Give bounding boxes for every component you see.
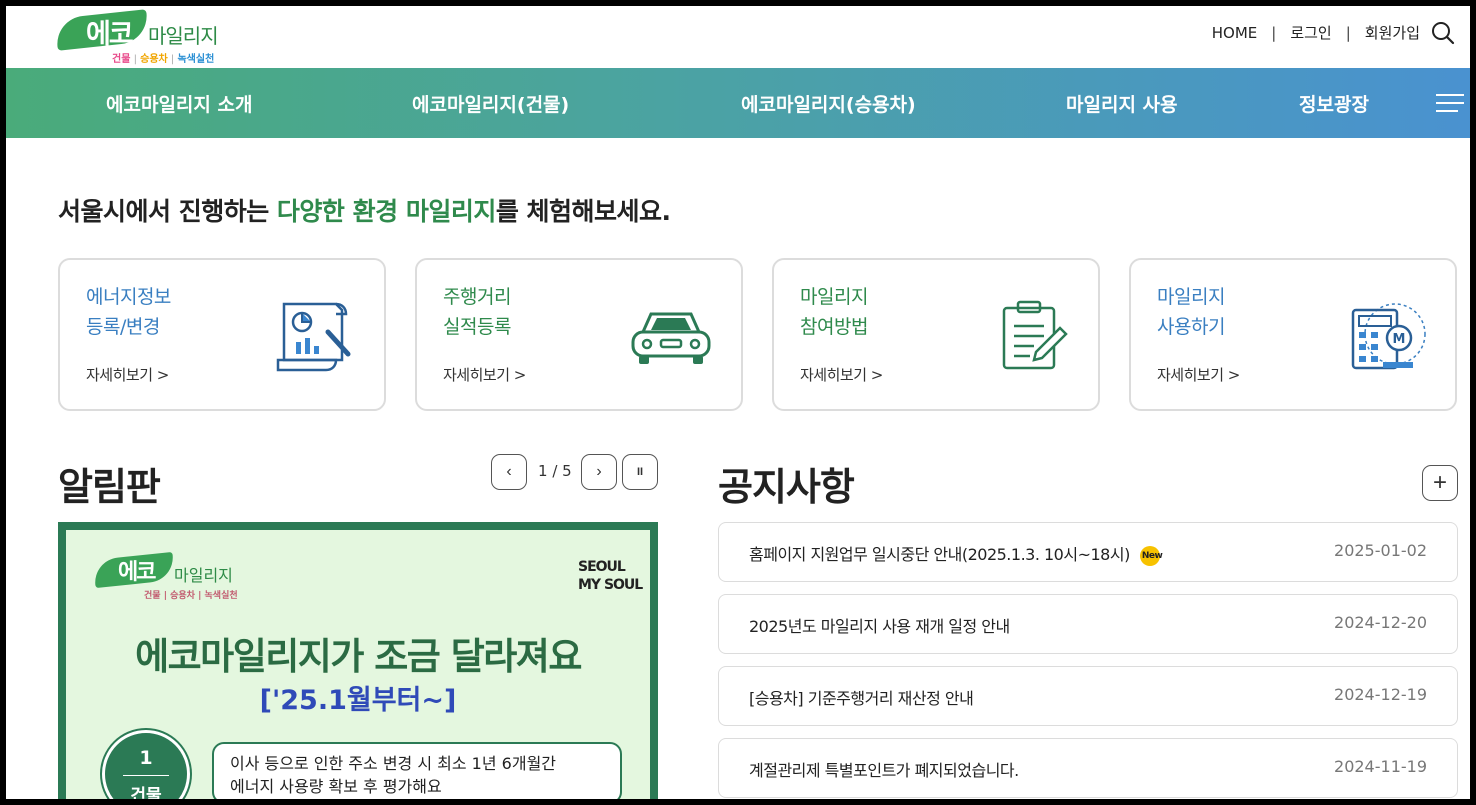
board-title: 알림판 [58,465,161,509]
card-more-link[interactable]: 자세히보기 > [800,364,883,385]
board-total-pages: / 5 [552,462,572,480]
nav-item-info[interactable]: 정보광장 [1299,90,1369,117]
notice-row[interactable]: 계절관리제 특별포인트가 폐지되었습니다. 2024-11-19 [718,738,1458,798]
notice-row-title: [승용차] 기준주행거리 재산정 안내 [749,689,974,708]
banner-step-number: 1 [139,747,153,769]
notice-row[interactable]: [승용차] 기준주행거리 재산정 안내 2024-12-19 [718,666,1458,726]
nav-item-car[interactable]: 에코마일리지(승용차) [741,90,916,117]
nav-item-building[interactable]: 에코마일리지(건물) [412,90,569,117]
notice-row-date: 2025-01-02 [1334,541,1427,560]
notice-title: 공지사항 [718,465,855,509]
headline-highlight: 다양한 환경 마일리지 [276,197,496,226]
card-title: 에너지정보 등록/변경 [86,286,171,338]
separator: | [1345,23,1351,42]
board-current-page: 1 [538,462,548,480]
signup-link[interactable]: 회원가입 [1365,22,1420,43]
board-pager: 1 / 5 [538,462,572,480]
card-title: 마일리지 사용하기 [1157,286,1225,338]
logo-eco-text: 에코 [86,19,134,50]
banner-title: 에코마일리지가 조금 달라져요 [135,635,582,678]
login-link[interactable]: 로그인 [1290,22,1331,43]
notice-row-date: 2024-12-20 [1334,613,1427,632]
search-button[interactable] [1430,20,1456,46]
banner-logo-sub: 건물 | 승용차 | 녹색실천 [144,591,238,601]
card-participation[interactable]: 마일리지 참여방법 자세히보기 > [772,258,1100,411]
notice-more-button[interactable]: + [1422,465,1458,501]
banner-logo-mileage: 마일리지 [174,566,233,585]
board-pause-button[interactable]: II [622,454,658,490]
separator: | [1271,23,1277,42]
notice-row[interactable]: 홈페이지 지원업무 일시중단 안내(2025.1.3. 10시~18시) New … [718,522,1458,582]
main-nav: 에코마일리지 소개 에코마일리지(건물) 에코마일리지(승용차) 마일리지 사용… [6,68,1470,138]
notice-row-date: 2024-11-19 [1334,757,1427,776]
banner-subtitle: ['25.1월부터~] [259,685,457,716]
board-prev-button[interactable]: ‹ [491,454,527,490]
svg-text:M: M [1393,332,1406,347]
notice-row-title: 계절관리제 특별포인트가 폐지되었습니다. [749,761,1019,780]
nav-item-usage[interactable]: 마일리지 사용 [1066,90,1178,117]
report-document-icon [276,302,351,372]
card-title: 마일리지 참여방법 [800,286,868,338]
clipboard-icon [1002,300,1068,370]
headline-text-end: 를 체험해보세요. [495,197,671,226]
site-logo[interactable]: 에코 마일리지 건물 | 승용차 | 녹색실천 [54,8,226,68]
car-icon [631,312,711,364]
banner-step-label: 건물 [130,786,162,799]
logo-sub-building: 건물 [112,54,131,65]
banner-logo-eco: 에코 [118,560,157,585]
nav-item-intro[interactable]: 에코마일리지 소개 [106,90,252,117]
card-title: 주행거리 실적등록 [443,286,511,338]
logo-sub-green: 녹색실천 [177,54,215,65]
card-energy-info[interactable]: 에너지정보 등록/변경 자세히보기 > [58,258,386,411]
logo-sub-car: 승용차 [140,54,168,65]
board-next-button[interactable]: › [581,454,617,490]
banner-step-badge: 1 건물 [102,730,190,799]
notice-row-title: 홈페이지 지원업무 일시중단 안내(2025.1.3. 10시~18시) [749,545,1130,564]
page-headline: 서울시에서 진행하는 다양한 환경 마일리지를 체험해보세요. [58,192,671,228]
card-driving-record[interactable]: 주행거리 실적등록 자세히보기 > [415,258,743,411]
new-badge: New [1139,545,1163,566]
card-use-mileage[interactable]: 마일리지 사용하기 자세히보기 > M [1129,258,1457,411]
notice-row-title: 2025년도 마일리지 사용 재개 일정 안내 [749,617,1010,636]
card-more-link[interactable]: 자세히보기 > [1157,364,1240,385]
seoul-my-soul-logo: SEOUL MY SOUL [578,559,643,593]
card-more-link[interactable]: 자세히보기 > [443,364,526,385]
calculator-mileage-icon: M [1351,303,1426,370]
banner-logo: 에코 마일리지 건물 | 승용차 | 녹색실천 [92,548,244,608]
search-icon [1432,22,1455,45]
top-utility-nav: HOME | 로그인 | 회원가입 [1212,22,1420,43]
banner-step-text: 이사 등으로 인한 주소 변경 시 최소 1년 6개월간 에너지 사용량 확보 … [212,742,622,799]
logo-subtitle: 건물 | 승용차 | 녹색실천 [112,54,215,65]
hamburger-menu-icon[interactable] [1436,92,1466,114]
notice-row[interactable]: 2025년도 마일리지 사용 재개 일정 안내 2024-12-20 [718,594,1458,654]
board-banner[interactable]: 에코 마일리지 건물 | 승용차 | 녹색실천 SEOUL MY SOUL 에코… [58,522,658,799]
logo-mileage-text: 마일리지 [148,24,219,48]
banner-content: 에코 마일리지 건물 | 승용차 | 녹색실천 SEOUL MY SOUL 에코… [66,530,650,799]
home-link[interactable]: HOME [1212,24,1258,42]
headline-text: 서울시에서 진행하는 [58,197,277,226]
card-more-link[interactable]: 자세히보기 > [86,364,169,385]
page-frame: 에코 마일리지 건물 | 승용차 | 녹색실천 HOME | 로그인 | 회원가… [6,6,1470,799]
notice-row-date: 2024-12-19 [1334,685,1427,704]
